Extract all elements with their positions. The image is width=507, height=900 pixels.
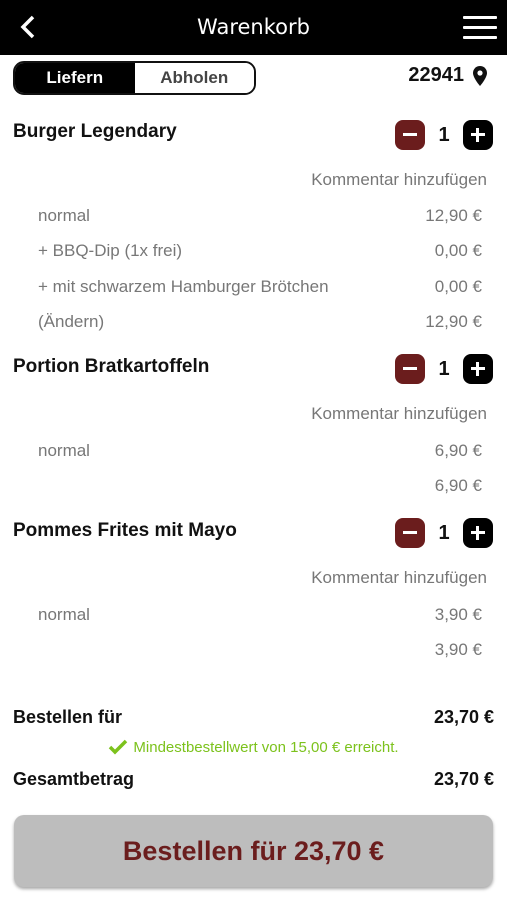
pickup-tab[interactable]: Abholen [134, 63, 254, 93]
order-for-label: Bestellen für [13, 707, 123, 727]
line-price: 12,90 € [425, 206, 482, 225]
line-label: + BBQ-Dip (1x frei) [38, 241, 183, 260]
item-line: 6,90 € [38, 476, 482, 498]
decrease-quantity-button[interactable] [395, 354, 425, 384]
item-line: + mit schwarzem Hamburger Brötchen 0,00 … [38, 277, 482, 299]
item-line: (Ändern) 12,90 € [38, 312, 482, 334]
quantity-value: 1 [438, 522, 450, 544]
zip-code-selector[interactable]: 22941 [408, 64, 487, 87]
quantity-stepper: 1 [395, 120, 493, 150]
add-comment-link[interactable]: Kommentar hinzufügen [311, 170, 487, 190]
item-title: Pommes Frites mit Mayo [13, 520, 237, 541]
top-bar: Warenkorb [0, 0, 507, 55]
item-line: normal 3,90 € [38, 605, 482, 627]
line-price: 3,90 € [434, 605, 482, 624]
total-value: 23,70 € [433, 769, 494, 789]
page-title: Warenkorb [197, 15, 310, 39]
line-label: normal [38, 206, 90, 225]
increase-quantity-button[interactable] [463, 354, 493, 384]
place-order-button[interactable]: Bestellen für 23,70 € [14, 815, 493, 887]
line-price: 6,90 € [434, 441, 482, 460]
add-comment-link[interactable]: Kommentar hinzufügen [311, 568, 487, 588]
line-price: 3,90 € [434, 640, 482, 659]
min-order-notice: Mindestbestellwert von 15,00 € erreicht. [0, 739, 507, 756]
add-comment-link[interactable]: Kommentar hinzufügen [311, 404, 487, 424]
quantity-value: 1 [438, 358, 450, 380]
order-for-value: 23,70 € [433, 707, 494, 727]
item-line: 3,90 € [38, 640, 482, 662]
item-line: normal 6,90 € [38, 441, 482, 463]
decrease-quantity-button[interactable] [395, 120, 425, 150]
zip-code: 22941 [408, 64, 464, 86]
increase-quantity-button[interactable] [463, 120, 493, 150]
item-title: Burger Legendary [13, 121, 177, 142]
quantity-stepper: 1 [395, 354, 493, 384]
decrease-quantity-button[interactable] [395, 518, 425, 548]
line-price: 12,90 € [425, 312, 482, 331]
quantity-value: 1 [438, 124, 450, 146]
location-pin-icon [473, 65, 487, 86]
hamburger-menu-icon[interactable] [463, 16, 497, 40]
line-label: normal [38, 605, 90, 624]
line-price: 0,00 € [434, 277, 482, 296]
checkmark-icon [109, 739, 128, 755]
line-price: 0,00 € [434, 241, 482, 260]
total-label: Gesamtbetrag [13, 769, 135, 789]
min-order-text: Mindestbestellwert von 15,00 € erreicht. [133, 739, 399, 756]
quantity-stepper: 1 [395, 518, 493, 548]
edit-item-link[interactable]: (Ändern) [38, 312, 104, 332]
line-label: + mit schwarzem Hamburger Brötchen [38, 277, 329, 296]
item-title: Portion Bratkartoffeln [13, 356, 210, 377]
deliver-tab[interactable]: Liefern [15, 63, 135, 93]
item-line: normal 12,90 € [38, 206, 482, 228]
increase-quantity-button[interactable] [463, 518, 493, 548]
item-line: + BBQ-Dip (1x frei) 0,00 € [38, 241, 482, 263]
line-price: 6,90 € [434, 476, 482, 495]
line-label: normal [38, 441, 90, 460]
delivery-mode-toggle: Liefern Abholen [13, 61, 256, 95]
